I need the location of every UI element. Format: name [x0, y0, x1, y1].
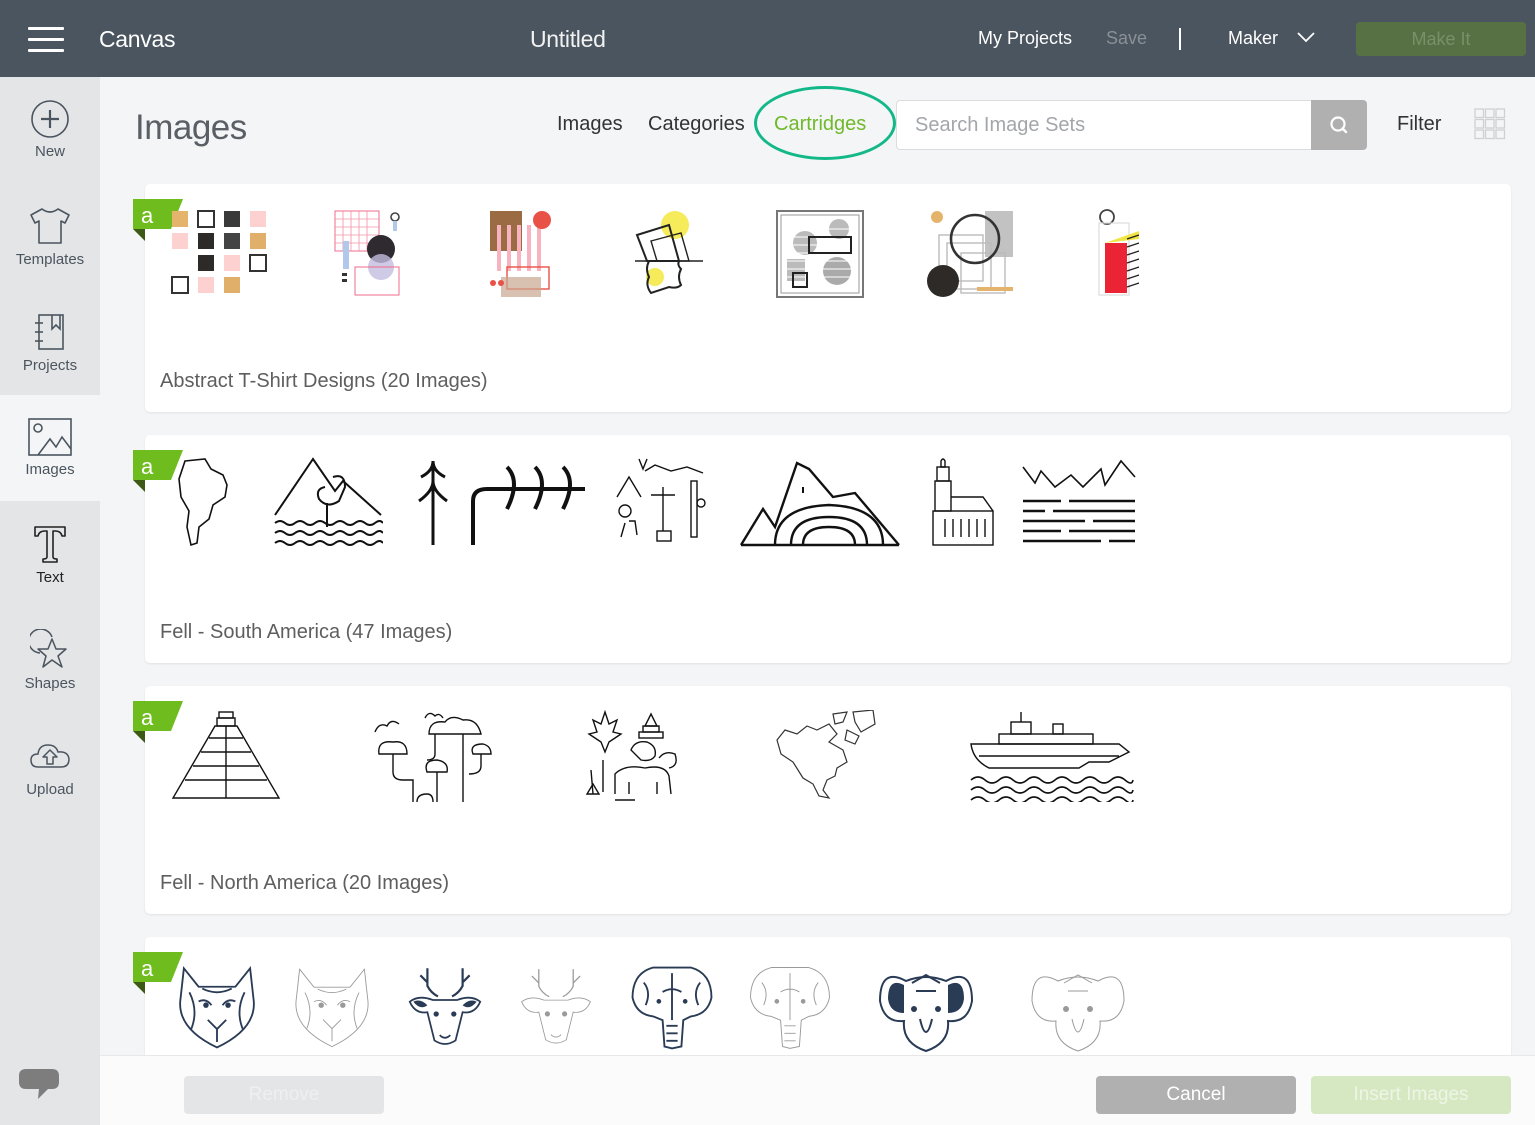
svg-text:a: a — [141, 956, 154, 981]
sidebar-item-shapes[interactable]: Shapes — [0, 629, 100, 735]
svg-text:a: a — [141, 203, 154, 228]
my-projects-link[interactable]: My Projects — [978, 28, 1072, 49]
sidebar-item-label: Shapes — [24, 675, 76, 692]
cartridge-title: Fell - North America (20 Images) — [160, 872, 449, 894]
sidebar-item-label: Upload — [26, 781, 74, 798]
cancel-button[interactable]: Cancel — [1096, 1076, 1296, 1114]
thumbnail-red-block-tag[interactable] — [1093, 209, 1143, 299]
machine-select[interactable]: Maker — [1228, 28, 1278, 49]
footer-bar: Remove Cancel Insert Images — [100, 1055, 1535, 1125]
thumbnail-rio-landmarks[interactable] — [615, 457, 711, 549]
thumbnail-ship-on-waves[interactable] — [969, 710, 1135, 802]
thumbnail-north-america-map[interactable] — [773, 710, 877, 802]
thumbnail-gray-striped-frame[interactable] — [775, 209, 865, 299]
search-field — [896, 100, 1311, 150]
thumbnail-pink-grid-circle[interactable] — [333, 209, 405, 299]
sidebar-item-templates[interactable]: Templates — [0, 205, 100, 311]
thumbnail-wolf-head-light[interactable] — [287, 961, 377, 1053]
sidebar-item-label: New — [34, 143, 65, 160]
thumbnail-heron-mountain-waves[interactable] — [273, 457, 383, 549]
thumbnail-elephant-head-light[interactable] — [743, 961, 837, 1053]
sidebar-item-new[interactable]: New — [0, 99, 100, 205]
thumbnail-church-tower[interactable] — [931, 457, 995, 549]
cartridge-title: Fell - South America (47 Images) — [160, 621, 453, 643]
cartridge-card[interactable]: a — [133, 435, 1511, 663]
tab-categories[interactable]: Categories — [648, 113, 745, 136]
cartridge-title: Abstract T-Shirt Designs (20 Images) — [160, 370, 488, 392]
thumbnail-step-pyramid[interactable] — [171, 710, 281, 802]
search-input[interactable] — [897, 101, 1311, 149]
filter-button[interactable]: Filter — [1397, 113, 1441, 136]
text-T-icon — [34, 526, 66, 563]
svg-text:a: a — [141, 454, 154, 479]
app-title: Canvas — [99, 26, 176, 52]
notebook-icon — [35, 314, 64, 350]
grid-view-icon[interactable] — [1474, 108, 1506, 140]
cartridge-card[interactable]: a Abstract T-Shirt Designs (20 Images) — [133, 184, 1511, 412]
sidebar-item-label: Templates — [15, 251, 85, 268]
thumbnail-koala-head-dark[interactable] — [863, 961, 989, 1053]
access-badge-icon: a — [133, 450, 183, 492]
thumbnail-abstract-squares[interactable] — [170, 209, 270, 299]
sidebar-item-text[interactable]: Text — [0, 523, 100, 629]
hamburger-menu-icon[interactable] — [28, 27, 64, 53]
sidebar-item-label: Projects — [22, 357, 78, 374]
search-icon — [1330, 116, 1348, 134]
make-it-button[interactable]: Make It — [1356, 22, 1526, 56]
thumbnail-forest-trees[interactable] — [373, 710, 493, 802]
thumbnail-deer-head-dark[interactable] — [401, 961, 489, 1053]
sidebar-item-images[interactable]: Images — [0, 395, 100, 501]
image-icon — [28, 418, 72, 456]
thumbnail-tree-arrows[interactable] — [407, 457, 589, 549]
sidebar-item-label: Text — [36, 569, 64, 586]
thumbnail-circles-frames[interactable] — [927, 209, 1017, 299]
divider — [1179, 28, 1181, 50]
cartridge-card[interactable]: a — [133, 686, 1511, 914]
thumbnail-elephant-head-dark[interactable] — [625, 961, 719, 1053]
thumbnail-mountain-arches[interactable] — [739, 457, 901, 549]
plus-circle-icon — [31, 100, 69, 138]
shapes-icon — [30, 629, 67, 668]
tab-cartridges[interactable]: Cartridges — [774, 113, 866, 136]
thumbnail-south-america-map[interactable] — [177, 457, 247, 549]
thumbnail-wolf-head-dark[interactable] — [171, 961, 263, 1053]
remove-button[interactable]: Remove — [184, 1076, 384, 1114]
chat-bubble-icon[interactable] — [18, 1067, 60, 1107]
thumbnail-stripes-red-circle[interactable] — [485, 209, 555, 299]
chevron-down-icon[interactable] — [1296, 30, 1316, 44]
document-title[interactable]: Untitled — [530, 26, 606, 53]
sidebar: New Templates Projects Images Text Shape… — [0, 77, 100, 1125]
top-bar: Canvas Untitled My Projects Save Maker M… — [0, 0, 1535, 77]
thumbnail-koala-head-light[interactable] — [1015, 961, 1141, 1053]
thumbnail-yellow-tilted-frames[interactable] — [633, 209, 705, 299]
search-button[interactable] — [1311, 100, 1367, 150]
cloud-upload-icon — [30, 744, 70, 768]
tab-images[interactable]: Images — [557, 113, 623, 136]
thumbnail-mountains-lake[interactable] — [1021, 457, 1137, 549]
svg-text:a: a — [141, 705, 154, 730]
thumbnail-deer-head-light[interactable] — [513, 961, 599, 1053]
sidebar-item-upload[interactable]: Upload — [0, 735, 100, 841]
save-button[interactable]: Save — [1106, 28, 1147, 49]
tshirt-icon — [30, 208, 70, 244]
insert-images-button[interactable]: Insert Images — [1311, 1076, 1511, 1114]
sidebar-item-label: Images — [25, 461, 75, 478]
thumbnail-canada-wildlife[interactable] — [585, 710, 681, 802]
page-title: Images — [135, 108, 247, 147]
